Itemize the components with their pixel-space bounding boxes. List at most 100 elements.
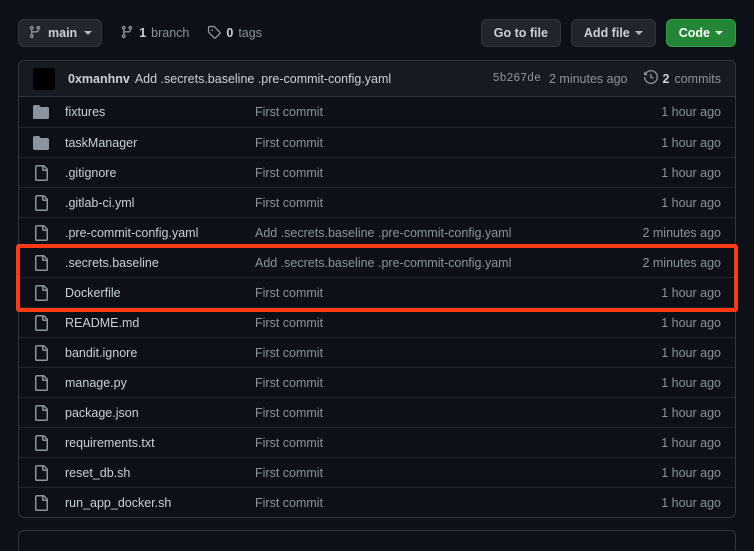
repo-toolbar: main 1 branch 0 tags Go to file Add file… (0, 18, 754, 48)
table-row[interactable]: manage.py First commit 1 hour ago (19, 367, 735, 397)
commit-meta: 5b267de 2 minutes ago 2 commits (493, 69, 721, 87)
file-commit-message[interactable]: First commit (255, 436, 651, 450)
chevron-down-icon (634, 31, 643, 35)
file-name[interactable]: requirements.txt (65, 436, 255, 450)
branch-selector-label: main (48, 26, 78, 40)
commits-count-link[interactable]: 2 commits (643, 69, 721, 87)
table-row[interactable]: reset_db.sh First commit 1 hour ago (19, 457, 735, 487)
readme-panel (18, 530, 736, 551)
latest-commit-bar: 0xmanhnv Add .secrets.baseline .pre-comm… (19, 61, 735, 97)
table-row[interactable]: fixtures First commit 1 hour ago (19, 97, 735, 127)
tags-count: 0 (226, 26, 234, 40)
file-commit-age: 1 hour ago (661, 405, 721, 420)
branches-stat[interactable]: 1 branch (120, 25, 189, 42)
file-commit-message[interactable]: First commit (255, 376, 651, 390)
file-commit-message[interactable]: First commit (255, 316, 651, 330)
file-icon (33, 284, 49, 301)
branch-icon (120, 25, 134, 42)
commit-author[interactable]: 0xmanhnv (68, 72, 130, 86)
file-name[interactable]: taskManager (65, 136, 255, 150)
file-commit-message[interactable]: First commit (255, 136, 651, 150)
add-file-label: Add file (583, 26, 630, 40)
table-row[interactable]: taskManager First commit 1 hour ago (19, 127, 735, 157)
file-commit-age: 1 hour ago (661, 195, 721, 210)
file-icon (33, 254, 49, 271)
file-icon (33, 164, 49, 181)
tags-label: tags (238, 26, 262, 40)
file-icon (33, 374, 49, 391)
file-commit-message[interactable]: Add .secrets.baseline .pre-commit-config… (255, 226, 632, 240)
file-commit-message[interactable]: First commit (255, 406, 651, 420)
code-button[interactable]: Code (665, 19, 736, 47)
file-name[interactable]: run_app_docker.sh (65, 496, 255, 510)
file-name[interactable]: package.json (65, 406, 255, 420)
branches-count: 1 (139, 26, 147, 40)
table-row[interactable]: package.json First commit 1 hour ago (19, 397, 735, 427)
file-icon (33, 494, 49, 511)
file-commit-age: 1 hour ago (661, 165, 721, 180)
file-name[interactable]: .pre-commit-config.yaml (65, 226, 255, 240)
file-name[interactable]: .gitlab-ci.yml (65, 196, 255, 210)
table-row[interactable]: .gitignore First commit 1 hour ago (19, 157, 735, 187)
file-commit-message[interactable]: First commit (255, 166, 651, 180)
file-name[interactable]: bandit.ignore (65, 346, 255, 360)
file-commit-age: 1 hour ago (661, 465, 721, 480)
go-to-file-button[interactable]: Go to file (480, 19, 561, 47)
file-commit-message[interactable]: First commit (255, 346, 651, 360)
file-icon (33, 224, 49, 241)
file-name[interactable]: .gitignore (65, 166, 255, 180)
file-commit-message[interactable]: First commit (255, 286, 651, 300)
file-name[interactable]: README.md (65, 316, 255, 330)
file-commit-message[interactable]: First commit (255, 196, 651, 210)
chevron-down-icon (715, 31, 723, 35)
table-row[interactable]: bandit.ignore First commit 1 hour ago (19, 337, 735, 367)
table-row[interactable]: run_app_docker.sh First commit 1 hour ago (19, 487, 735, 517)
tag-icon (207, 25, 222, 42)
tags-stat[interactable]: 0 tags (207, 25, 262, 42)
file-commit-message[interactable]: First commit (255, 105, 651, 119)
file-name[interactable]: manage.py (65, 376, 255, 390)
table-row[interactable]: .gitlab-ci.yml First commit 1 hour ago (19, 187, 735, 217)
file-commit-message[interactable]: First commit (255, 496, 651, 510)
branch-icon (28, 25, 42, 42)
go-to-file-label: Go to file (493, 26, 548, 40)
table-row[interactable]: requirements.txt First commit 1 hour ago (19, 427, 735, 457)
commit-age: 2 minutes ago (548, 71, 628, 86)
commits-count: 2 (662, 71, 670, 86)
file-commit-age: 2 minutes ago (642, 225, 721, 240)
file-icon (33, 194, 49, 211)
file-name[interactable]: reset_db.sh (65, 466, 255, 480)
file-commit-age: 1 hour ago (661, 315, 721, 330)
table-row[interactable]: README.md First commit 1 hour ago (19, 307, 735, 337)
file-commit-age: 1 hour ago (661, 375, 721, 390)
file-commit-age: 1 hour ago (661, 435, 721, 450)
file-commit-message[interactable]: Add .secrets.baseline .pre-commit-config… (255, 256, 632, 270)
commit-sha[interactable]: 5b267de (493, 72, 541, 85)
commit-message[interactable]: Add .secrets.baseline .pre-commit-config… (135, 72, 391, 86)
file-name[interactable]: fixtures (65, 105, 255, 119)
file-commit-age: 1 hour ago (661, 285, 721, 300)
branches-label: branch (151, 26, 190, 40)
add-file-button[interactable]: Add file (570, 19, 656, 47)
file-table-panel: 0xmanhnv Add .secrets.baseline .pre-comm… (18, 60, 736, 518)
table-row[interactable]: Dockerfile First commit 1 hour ago (19, 277, 735, 307)
file-commit-age: 1 hour ago (661, 135, 721, 150)
file-name[interactable]: .secrets.baseline (65, 256, 255, 270)
file-name[interactable]: Dockerfile (65, 286, 255, 300)
code-label: Code (678, 26, 710, 40)
branch-selector-button[interactable]: main (18, 19, 103, 47)
table-row[interactable]: .secrets.baseline Add .secrets.baseline .… (19, 247, 735, 277)
folder-icon (33, 104, 49, 120)
file-icon (33, 344, 49, 361)
chevron-down-icon (84, 31, 93, 35)
file-icon (33, 314, 49, 331)
repository-file-browser: main 1 branch 0 tags Go to file Add file… (0, 18, 754, 551)
file-commit-message[interactable]: First commit (255, 466, 651, 480)
history-icon (643, 69, 658, 87)
file-list: fixtures First commit 1 hour ago taskManage… (19, 97, 735, 517)
table-row[interactable]: .pre-commit-config.yaml Add .secrets.base… (19, 217, 735, 247)
avatar (33, 67, 55, 90)
file-commit-age: 1 hour ago (661, 345, 721, 360)
file-icon (33, 464, 49, 481)
file-icon (33, 404, 49, 421)
